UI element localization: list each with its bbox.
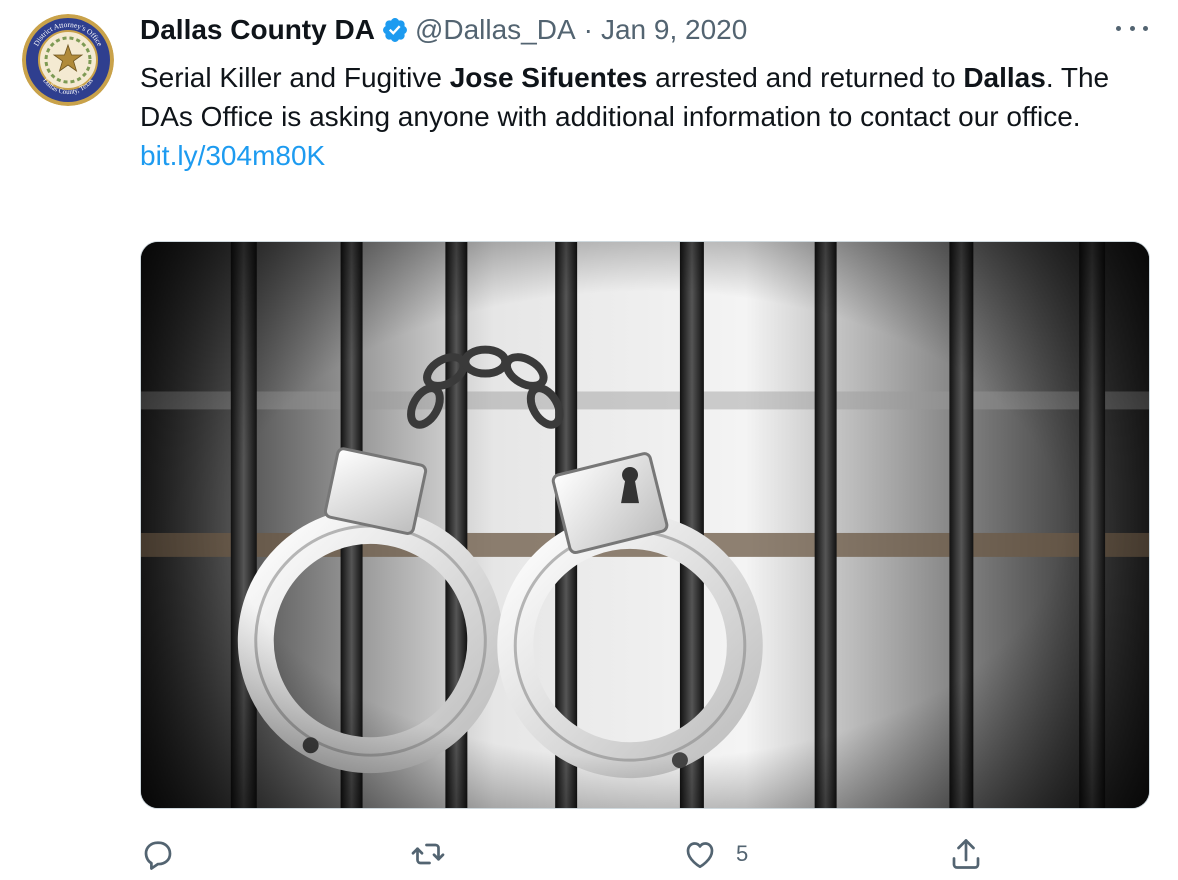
tweet-text-bold: Jose Sifuentes [449,62,648,93]
retweet-button[interactable] [410,834,446,874]
share-button[interactable] [948,834,984,874]
tweet-actions: 5 [0,830,1178,880]
heart-icon [686,842,714,869]
avatar[interactable]: District Attorney's Office Dallas County… [22,14,114,106]
reply-icon [144,841,172,870]
display-name[interactable]: Dallas County DA [140,14,375,46]
tweet-text-part: arrested and returned to [647,62,964,93]
seal-logo: District Attorney's Office Dallas County… [22,14,114,106]
handcuffs-jail-photo [141,242,1149,808]
more-options-icon[interactable] [1112,16,1152,40]
separator-dot: · [583,14,593,45]
like-count: 5 [736,841,749,866]
share-icon [952,839,980,869]
tweet-date[interactable]: Jan 9, 2020 [601,14,747,46]
tweet-image[interactable] [140,241,1150,809]
tweet-text-part: Serial Killer and Fugitive [140,62,450,93]
tweet-header: Dallas County DA @Dallas_DA · Jan 9, 202… [140,10,747,50]
user-handle[interactable]: @Dallas_DA [415,14,576,46]
retweet-icon [411,843,445,865]
verified-badge-icon [381,16,409,44]
tweet-text-bold: Dallas [963,62,1046,93]
tweet-link[interactable]: bit.ly/304m80K [140,140,325,171]
reply-button[interactable] [140,834,176,874]
tweet-text: Serial Killer and Fugitive Jose Sifuente… [140,58,1150,175]
like-button[interactable]: 5 [682,834,748,874]
